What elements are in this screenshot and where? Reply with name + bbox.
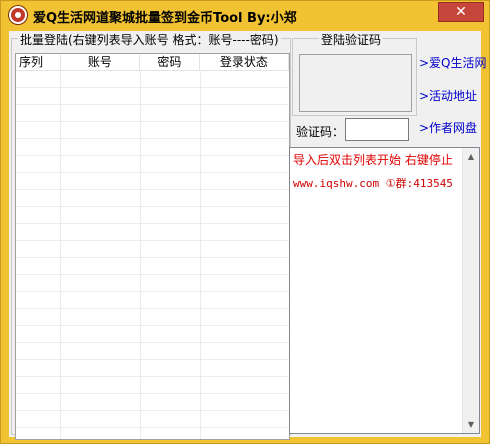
column-header-account[interactable]: 账号 (61, 54, 141, 71)
account-list-header: 序列 账号 密码 登录状态 (16, 54, 289, 71)
log-textbox[interactable]: 导入后双击列表开始 右键停止 www.iqshw.com ①群:413545 ▲… (289, 147, 480, 434)
scroll-up-arrow-icon[interactable]: ▲ (463, 148, 479, 165)
column-header-login-status[interactable]: 登录状态 (200, 54, 289, 71)
captcha-group: 登陆验证码 (292, 31, 417, 116)
log-instruction-text: 导入后双击列表开始 右键停止 (293, 153, 453, 167)
title-bar[interactable]: 爱Q生活网道聚城批量签到金币Tool By:小郑 ✕ (1, 1, 489, 31)
account-list-body[interactable] (16, 71, 289, 439)
link-aiq-life[interactable]: >爱Q生活网 (419, 54, 487, 71)
log-website-text: www.iqshw.com ①群:413545 (293, 177, 453, 190)
log-scrollbar[interactable]: ▲ ▼ (462, 148, 479, 433)
close-button[interactable]: ✕ (438, 2, 484, 22)
app-logo-icon (9, 6, 27, 24)
link-author-netdisk[interactable]: >作者网盘 (419, 119, 477, 136)
captcha-input-label: 验证码： (296, 125, 345, 139)
link-activity-address[interactable]: >活动地址 (419, 87, 477, 104)
app-window: 爱Q生活网道聚城批量签到金币Tool By:小郑 ✕ 批量登陆(右键列表导入账号… (0, 0, 490, 444)
scroll-down-arrow-icon[interactable]: ▼ (463, 416, 479, 433)
close-icon: ✕ (455, 4, 467, 20)
account-list[interactable]: 序列 账号 密码 登录状态 (15, 53, 290, 440)
window-title: 爱Q生活网道聚城批量签到金币Tool By:小郑 (33, 11, 297, 26)
captcha-group-legend: 登陆验证码 (319, 31, 384, 48)
account-group: 批量登陆(右键列表导入账号 格式：账号----密码) 序列 账号 密码 登录状态 (11, 31, 291, 440)
account-group-legend: 批量登陆(右键列表导入账号 格式：账号----密码) (18, 31, 281, 48)
column-header-password[interactable]: 密码 (140, 54, 200, 71)
column-header-index[interactable]: 序列 (16, 54, 61, 71)
captcha-image[interactable] (299, 54, 412, 112)
captcha-input[interactable] (345, 118, 409, 141)
client-area: 批量登陆(右键列表导入账号 格式：账号----密码) 序列 账号 密码 登录状态… (9, 31, 487, 440)
